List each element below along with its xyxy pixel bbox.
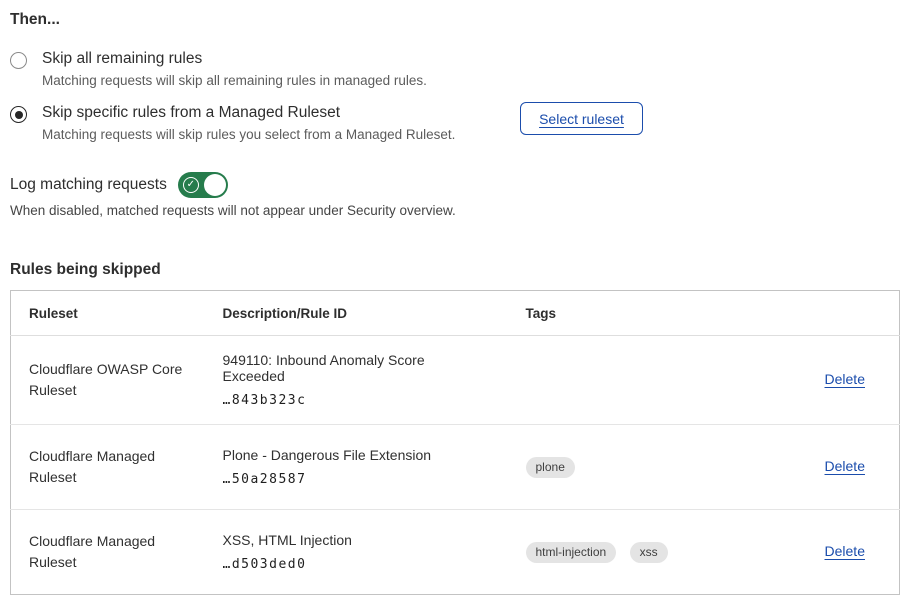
rule-description: Plone - Dangerous File Extension: [223, 447, 490, 463]
tag-pill: xss: [630, 542, 668, 563]
option-skip-specific-label[interactable]: Skip specific rules from a Managed Rules…: [42, 104, 455, 122]
select-ruleset-button-label: Select ruleset: [539, 111, 624, 127]
rule-description: XSS, HTML Injection: [223, 532, 490, 548]
tag-pill: plone: [526, 457, 575, 478]
option-skip-specific-rules[interactable]: Skip specific rules from a Managed Rules…: [10, 104, 455, 142]
tags-cell: plone: [508, 425, 791, 510]
column-header-action: [791, 291, 900, 336]
rule-description: 949110: Inbound Anomaly Score Exceeded: [223, 352, 490, 384]
action-cell: Delete: [791, 425, 900, 510]
rule-id: …843b323c: [223, 393, 490, 408]
tags-cell: html-injection xss: [508, 510, 791, 595]
check-icon: ✓: [183, 177, 199, 193]
log-toggle-description: When disabled, matched requests will not…: [10, 203, 456, 218]
ruleset-cell: Cloudflare OWASP Core Ruleset: [11, 336, 205, 425]
select-ruleset-button[interactable]: Select ruleset: [520, 102, 643, 135]
option-skip-all-label[interactable]: Skip all remaining rules: [42, 50, 427, 68]
option-skip-all-description: Matching requests will skip all remainin…: [42, 73, 427, 88]
action-cell: Delete: [791, 336, 900, 425]
table-row: Cloudflare Managed Ruleset Plone - Dange…: [11, 425, 900, 510]
delete-link[interactable]: Delete: [825, 371, 865, 387]
action-cell: Delete: [791, 510, 900, 595]
rule-id: …50a28587: [223, 472, 490, 487]
description-cell: Plone - Dangerous File Extension …50a285…: [205, 425, 508, 510]
ruleset-cell: Cloudflare Managed Ruleset: [11, 510, 205, 595]
toggle-knob: [204, 174, 226, 196]
delete-link[interactable]: Delete: [825, 458, 865, 474]
table-row: Cloudflare Managed Ruleset XSS, HTML Inj…: [11, 510, 900, 595]
column-header-tags: Tags: [508, 291, 791, 336]
delete-link[interactable]: Delete: [825, 543, 865, 559]
radio-skip-specific-selected[interactable]: [10, 106, 27, 123]
option-skip-specific-description: Matching requests will skip rules you se…: [42, 127, 455, 142]
tags-cell: [508, 336, 791, 425]
rule-id: …d503ded0: [223, 557, 490, 572]
ruleset-cell: Cloudflare Managed Ruleset: [11, 425, 205, 510]
column-header-ruleset: Ruleset: [11, 291, 205, 336]
description-cell: 949110: Inbound Anomaly Score Exceeded ……: [205, 336, 508, 425]
log-matching-requests-toggle[interactable]: ✓: [178, 172, 228, 198]
log-matching-requests-label: Log matching requests: [10, 176, 167, 194]
option-skip-all-remaining-rules[interactable]: Skip all remaining rules Matching reques…: [10, 50, 427, 88]
then-section-title: Then...: [10, 11, 60, 29]
description-cell: XSS, HTML Injection …d503ded0: [205, 510, 508, 595]
rules-being-skipped-title: Rules being skipped: [10, 261, 161, 279]
table-row: Cloudflare OWASP Core Ruleset 949110: In…: [11, 336, 900, 425]
table-header-row: Ruleset Description/Rule ID Tags: [11, 291, 900, 336]
skipped-rules-table: Ruleset Description/Rule ID Tags Cloudfl…: [10, 290, 900, 595]
column-header-description: Description/Rule ID: [205, 291, 508, 336]
tag-pill: html-injection: [526, 542, 617, 563]
radio-skip-all-unselected[interactable]: [10, 52, 27, 69]
